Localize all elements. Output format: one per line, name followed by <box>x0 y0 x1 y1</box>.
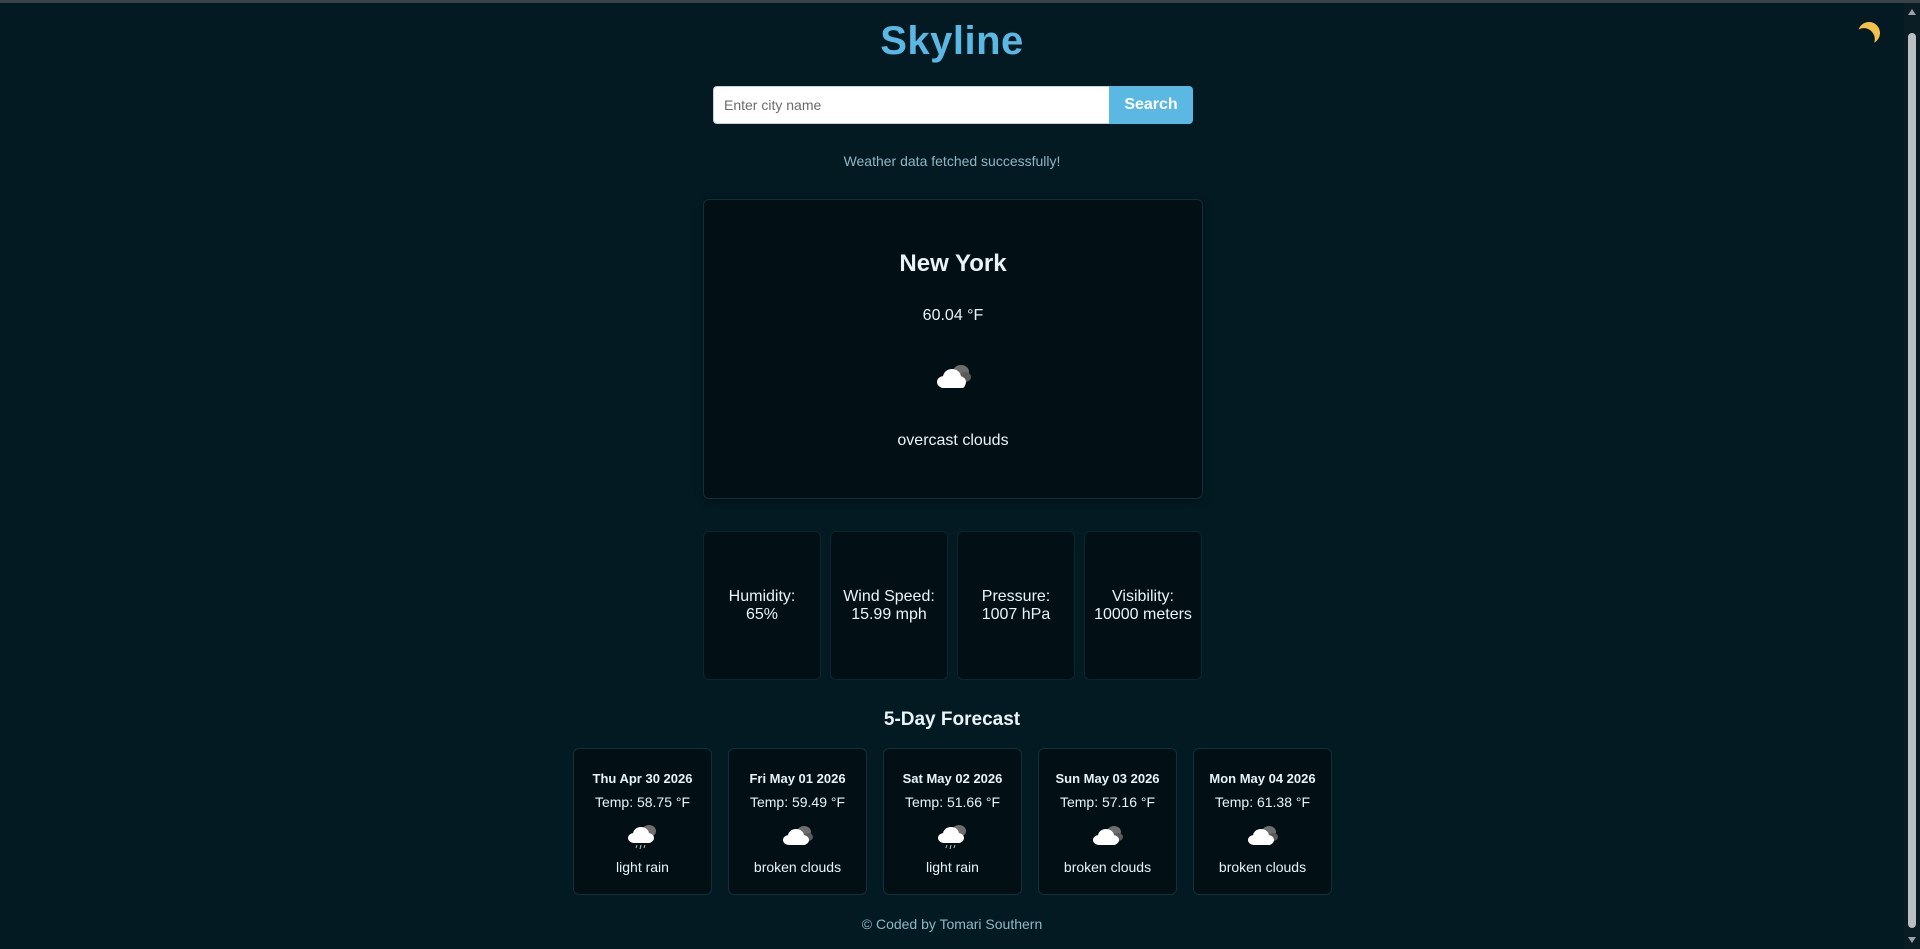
city-name: New York <box>899 250 1007 277</box>
scroll-up-arrow-icon[interactable] <box>1908 9 1916 15</box>
broken-clouds-icon <box>783 826 813 845</box>
forecast-card: Sun May 03 2026 Temp: 57.16 °F broken cl… <box>1038 748 1177 895</box>
search-bar: Search <box>713 86 1193 124</box>
visibility-label: Visibility: <box>1112 587 1174 605</box>
status-message: Weather data fetched successfully! <box>843 153 1061 169</box>
visibility-card: Visibility: 10000 meters <box>1084 531 1202 680</box>
wind-speed-label: Wind Speed: <box>843 587 935 605</box>
light-rain-icon <box>938 825 966 850</box>
pressure-value: 1007 hPa <box>981 605 1051 623</box>
footer-credit: © Coded by Tomari Southern <box>861 916 1043 932</box>
forecast-description: broken clouds <box>1218 859 1307 875</box>
wind-speed-card: Wind Speed: 15.99 mph <box>830 531 948 680</box>
current-description: overcast clouds <box>897 432 1009 449</box>
current-temperature: 60.04 °F <box>922 307 984 324</box>
scroll-down-arrow-icon[interactable] <box>1908 937 1916 943</box>
forecast-temp: Temp: 58.75 °F <box>594 794 691 810</box>
pressure-label: Pressure: <box>981 587 1051 605</box>
forecast-date: Mon May 04 2026 <box>1209 771 1316 786</box>
visibility-value: 10000 meters <box>1094 605 1192 623</box>
forecast-date: Sat May 02 2026 <box>902 771 1003 786</box>
forecast-temp: Temp: 59.49 °F <box>749 794 846 810</box>
light-rain-icon <box>628 825 656 850</box>
humidity-label: Humidity: <box>728 587 796 605</box>
page: Skyline Search Weather data fetched succ… <box>0 3 1904 949</box>
forecast-card: Thu Apr 30 2026 Temp: 58.75 °F light rai… <box>573 748 712 895</box>
search-button[interactable]: Search <box>1109 86 1193 124</box>
forecast-date: Sun May 03 2026 <box>1055 771 1160 786</box>
forecast-temp: Temp: 51.66 °F <box>904 794 1001 810</box>
forecast-date: Fri May 01 2026 <box>749 771 846 786</box>
forecast-description: broken clouds <box>753 859 842 875</box>
forecast-title: 5-Day Forecast <box>883 709 1021 730</box>
broken-clouds-icon <box>1093 826 1123 845</box>
broken-clouds-icon <box>1248 826 1278 845</box>
pressure-card: Pressure: 1007 hPa <box>957 531 1075 680</box>
forecast-card: Mon May 04 2026 Temp: 61.38 °F broken cl… <box>1193 748 1332 895</box>
forecast-card: Sat May 02 2026 Temp: 51.66 °F light rai… <box>883 748 1022 895</box>
forecast-temp: Temp: 61.38 °F <box>1214 794 1311 810</box>
forecast-description: light rain <box>926 859 979 875</box>
city-search-input[interactable] <box>713 86 1109 124</box>
app-title: Skyline <box>880 19 1024 63</box>
forecast-description: broken clouds <box>1063 859 1152 875</box>
humidity-card: Humidity: 65% <box>703 531 821 680</box>
forecast-temp: Temp: 57.16 °F <box>1059 794 1156 810</box>
forecast-description: light rain <box>616 859 669 875</box>
vertical-scrollbar[interactable] <box>1904 3 1920 949</box>
current-weather-card: New York 60.04 °F overcast clouds <box>703 199 1203 499</box>
forecast-date: Thu Apr 30 2026 <box>592 771 693 786</box>
humidity-value: 65% <box>745 605 779 623</box>
overcast-clouds-icon <box>937 365 971 388</box>
wind-speed-value: 15.99 mph <box>851 605 927 623</box>
forecast-card: Fri May 01 2026 Temp: 59.49 °F broken cl… <box>728 748 867 895</box>
scrollbar-thumb[interactable] <box>1908 33 1916 928</box>
